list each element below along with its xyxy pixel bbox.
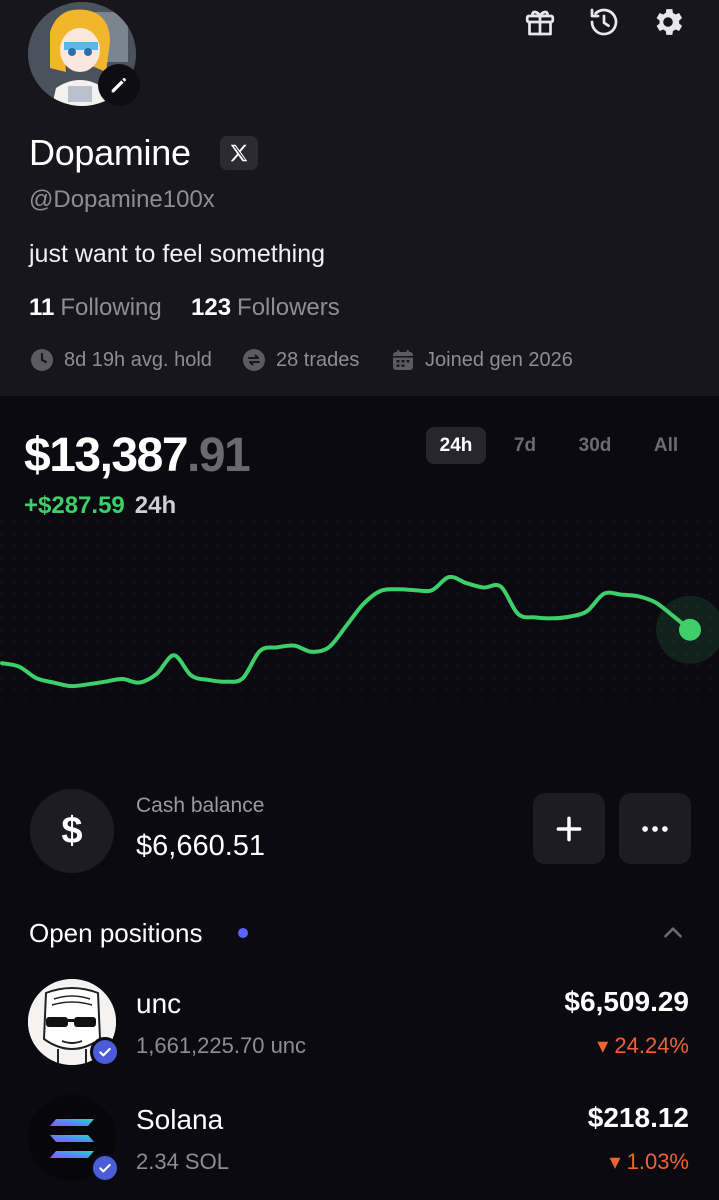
portfolio-balance: $13,387.91 <box>24 428 251 483</box>
edit-avatar-button[interactable] <box>98 64 140 106</box>
cash-balance-value: $6,660.51 <box>136 830 266 862</box>
profile-bio: just want to feel something <box>29 240 325 268</box>
balance-cents: .91 <box>187 429 251 482</box>
portfolio-change: +$287.59 24h <box>24 492 176 520</box>
pencil-icon <box>111 77 127 93</box>
range-tab-7d[interactable]: 7d <box>500 427 550 464</box>
change-period: 24h <box>134 492 177 519</box>
trades-text: 28 trades <box>276 348 360 371</box>
following-count: 11 <box>29 294 55 321</box>
followers-link[interactable]: 123 Followers <box>191 294 340 322</box>
followers-label: Followers <box>237 294 340 321</box>
joined-stat: Joined gen 2026 <box>391 348 573 372</box>
calendar-icon <box>393 350 413 370</box>
position-amount: 1,661,225.70 unc <box>136 1033 307 1058</box>
position-value: $218.12 <box>587 1102 689 1133</box>
avg-hold-text: 8d 19h avg. hold <box>64 348 212 371</box>
position-value: $6,509.29 <box>564 986 689 1017</box>
status-dot <box>238 928 248 938</box>
plus-icon <box>556 816 582 841</box>
profile-name: Dopamine <box>29 132 191 173</box>
add-cash-button[interactable] <box>533 793 605 864</box>
collapse-button[interactable] <box>660 920 686 951</box>
following-label: Following <box>60 294 162 321</box>
balance-main: $13,387 <box>24 429 189 482</box>
chevron-up-icon <box>664 927 682 938</box>
history-button[interactable] <box>586 4 622 40</box>
swap-icon <box>243 349 265 371</box>
avg-hold-stat: 8d 19h avg. hold <box>30 348 212 372</box>
verified-icon <box>90 1153 120 1183</box>
position-change: ▾ 24.24% <box>597 1033 689 1058</box>
more-icon <box>642 825 668 832</box>
gift-icon <box>525 10 555 36</box>
dollar-icon: $ <box>30 789 114 873</box>
position-amount: 2.34 SOL <box>136 1149 229 1174</box>
position-change: ▾ 1.03% <box>609 1149 689 1174</box>
verified-icon <box>90 1037 120 1067</box>
range-tab-24h[interactable]: 24h <box>426 427 486 464</box>
more-options-button[interactable] <box>619 793 691 864</box>
cash-balance-label: Cash balance <box>136 794 265 817</box>
x-link-button[interactable] <box>220 136 258 170</box>
followers-count: 123 <box>191 294 232 321</box>
portfolio-chart[interactable] <box>0 520 719 780</box>
open-positions-title: Open positions <box>29 918 203 948</box>
profile-handle: @Dopamine100x <box>29 186 215 213</box>
settings-button[interactable] <box>650 4 686 40</box>
clock-icon <box>31 349 53 371</box>
gear-icon <box>656 9 683 35</box>
trades-stat: 28 trades <box>242 348 359 372</box>
position-name[interactable]: Solana <box>136 1104 223 1136</box>
gift-button[interactable] <box>522 4 558 40</box>
history-icon <box>590 8 618 36</box>
following-link[interactable]: 11 Following <box>29 294 162 322</box>
chart-current-point <box>679 618 701 641</box>
change-value: +$287.59 <box>24 492 125 519</box>
range-tab-30d[interactable]: 30d <box>566 427 624 464</box>
range-tab-all[interactable]: All <box>640 427 692 464</box>
joined-text: Joined gen 2026 <box>425 348 573 371</box>
position-name[interactable]: unc <box>136 988 181 1020</box>
x-logo-icon <box>230 144 248 162</box>
